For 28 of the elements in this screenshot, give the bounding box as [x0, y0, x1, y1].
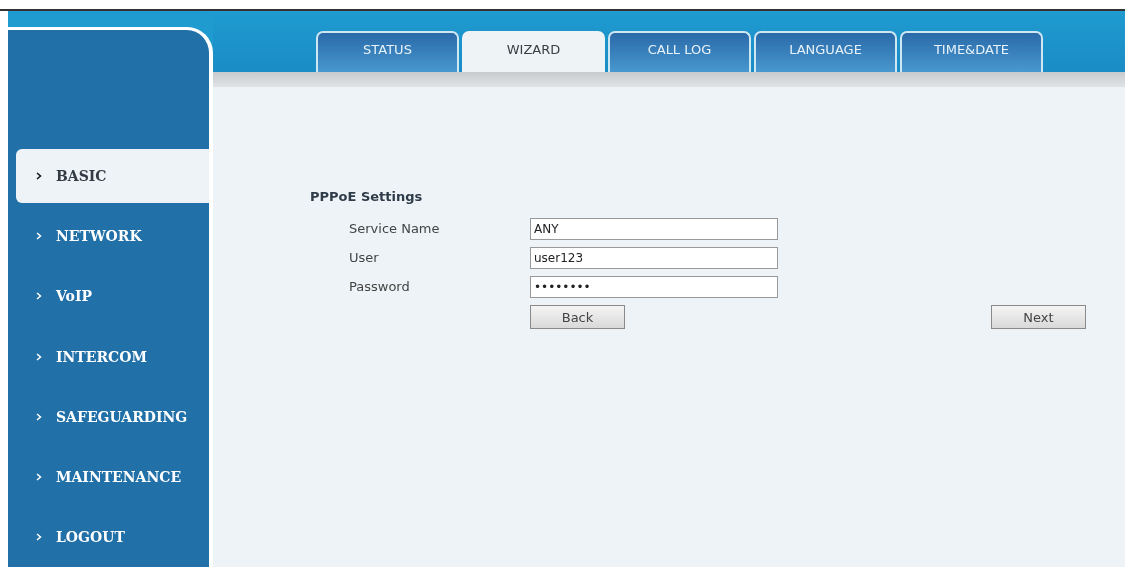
sidebar-item[interactable]: INTERCOM	[8, 326, 209, 387]
sidebar-item[interactable]: NETWORK	[8, 206, 209, 267]
tab[interactable]: CALL LOG	[608, 31, 751, 72]
tab[interactable]: TIME&DATE	[900, 31, 1043, 72]
tab[interactable]: LANGUAGE	[754, 31, 897, 72]
input-field[interactable]: ANY	[530, 217, 778, 240]
chevron-icon	[36, 172, 42, 181]
sidebar-item[interactable]: VoIP	[8, 266, 209, 327]
chevron-icon	[36, 412, 42, 421]
sidebar-item[interactable]: BASIC	[16, 149, 209, 204]
back-button[interactable]: Back	[530, 305, 625, 329]
section-title: PPPoE Settings	[310, 189, 424, 204]
input-field[interactable]: user123	[530, 246, 778, 269]
chevron-icon	[36, 232, 42, 241]
chevron-icon	[36, 352, 42, 361]
input-field[interactable]: ••••••••	[530, 275, 778, 298]
chevron-icon	[36, 292, 42, 301]
tab[interactable]: WIZARD	[462, 31, 605, 72]
chevron-icon	[36, 472, 42, 481]
field-label: Password	[349, 279, 411, 294]
sidebar-item[interactable]: SAFEGUARDING	[8, 386, 209, 447]
tab[interactable]: STATUS	[316, 31, 459, 72]
field-label: Service Name	[349, 221, 441, 236]
sidebar-item[interactable]: LOGOUT	[8, 506, 209, 567]
next-button[interactable]: Next	[991, 305, 1086, 329]
field-label: User	[349, 250, 380, 265]
sidebar-item[interactable]: MAINTENANCE	[8, 446, 209, 507]
chevron-icon	[36, 532, 42, 541]
